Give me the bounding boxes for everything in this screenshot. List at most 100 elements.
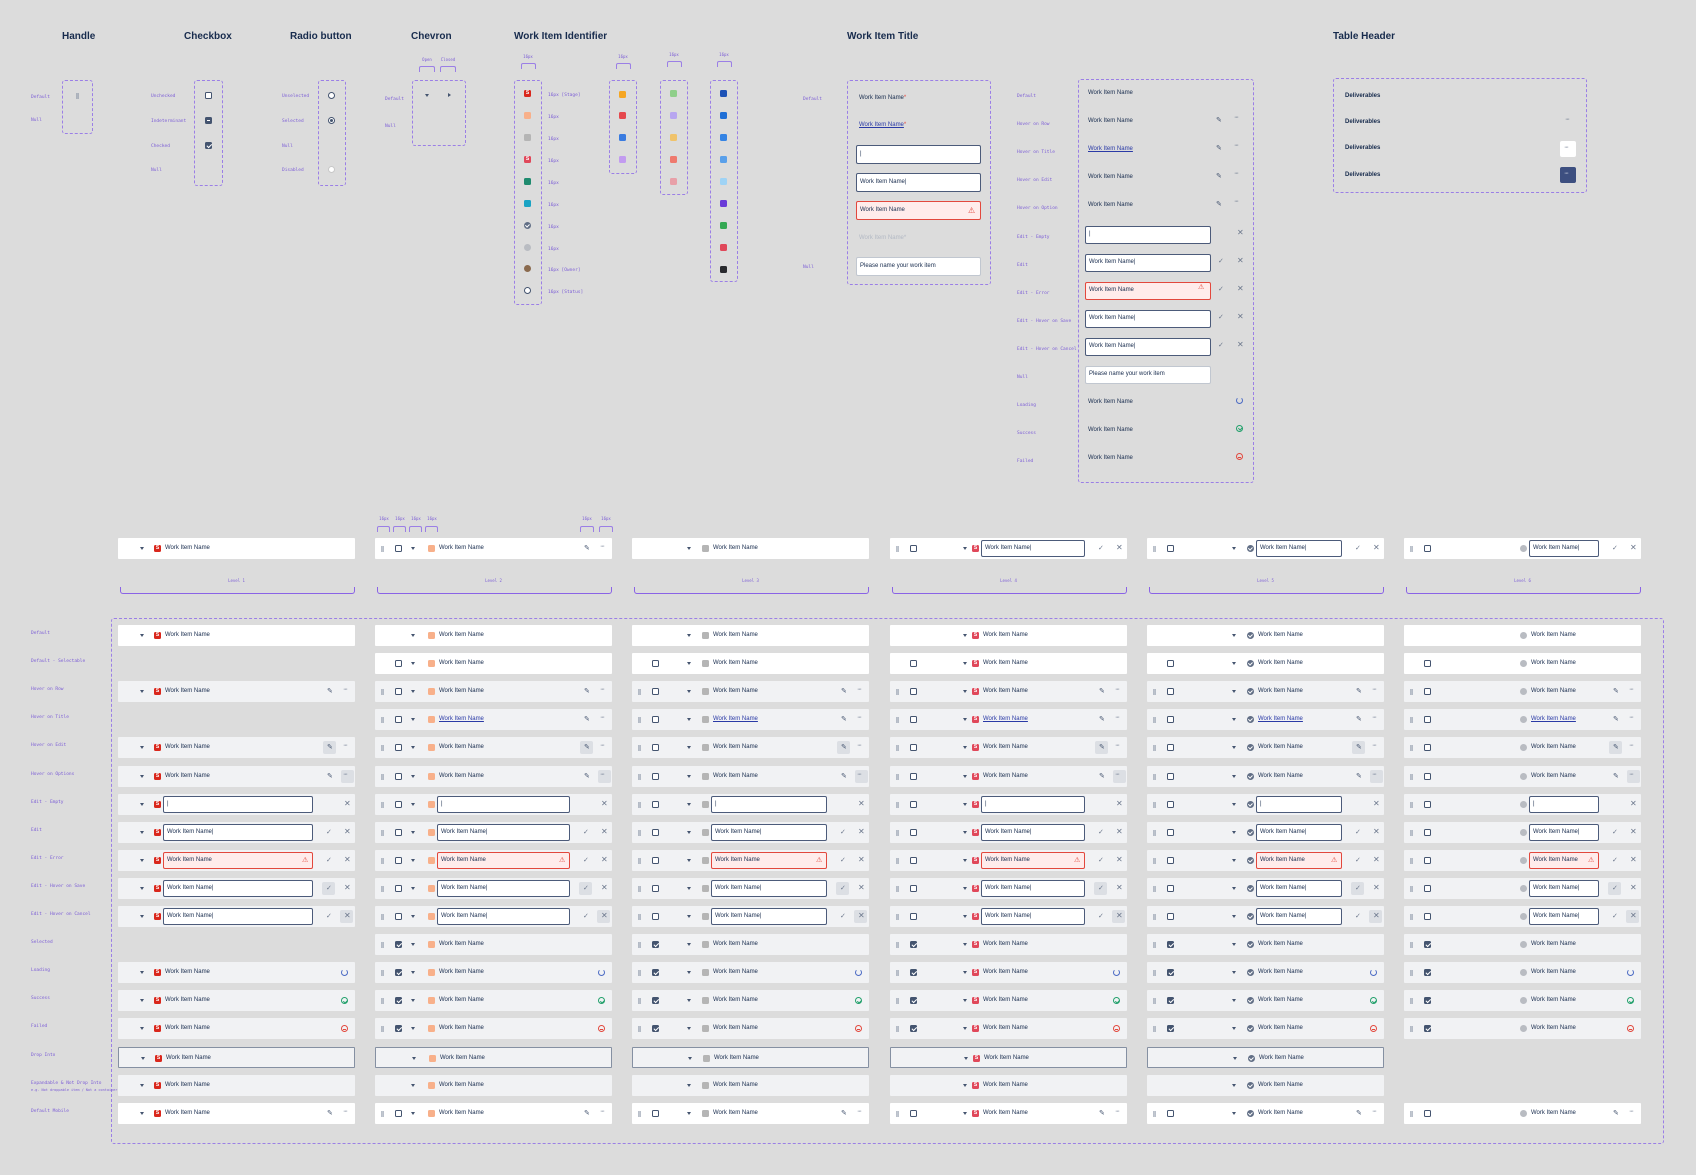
title-input[interactable]: | [437, 795, 570, 813]
work-item-title[interactable]: Work Item Name [1088, 90, 1133, 96]
work-item-title[interactable]: Work Item Name [1088, 174, 1133, 180]
table-row[interactable]: S Work Item Name| ✓ ✕ [890, 906, 1127, 927]
work-item-title[interactable]: Work Item Name [166, 1055, 211, 1061]
table-row[interactable]: Work Item Name [632, 990, 869, 1012]
chevron-down-icon[interactable] [411, 802, 415, 806]
table-row[interactable]: Work Item Name ✎ ··· [1147, 737, 1384, 759]
grip-icon[interactable] [1153, 546, 1156, 552]
table-row[interactable]: Work Item Name ✎ ··· [632, 737, 869, 759]
close-icon[interactable]: ✕ [1237, 340, 1244, 349]
table-row[interactable]: Work Item Name ✎ ··· [1147, 709, 1384, 731]
title-input[interactable]: | [1529, 795, 1599, 813]
table-row[interactable]: Work Item Name| ✓ ✕ [632, 877, 869, 899]
title-input[interactable]: Work Item Name| [163, 908, 313, 925]
pencil-icon[interactable]: ✎ [584, 772, 590, 780]
table-row[interactable]: S Work Item Name [118, 962, 355, 984]
chevron-down-icon[interactable] [963, 774, 967, 778]
grip-icon[interactable] [1153, 1026, 1156, 1033]
work-item-title[interactable]: Work Item Name [165, 688, 210, 694]
chevron-down-icon[interactable] [140, 690, 144, 694]
pencil-icon[interactable]: ✎ [1099, 687, 1105, 695]
grip-icon[interactable] [1153, 745, 1156, 752]
save-icon[interactable]: ✓ [326, 828, 332, 836]
level-row[interactable]: S Work Item Name [118, 538, 355, 559]
cancel-icon[interactable]: ✕ [1373, 911, 1380, 920]
title-input[interactable]: Work Item Name| [163, 823, 313, 841]
chevron-down-icon[interactable] [963, 1027, 967, 1031]
cancel-icon[interactable]: ✕ [601, 827, 608, 836]
chevron-down-icon[interactable] [963, 1111, 967, 1115]
table-row[interactable]: Work Item Name ✎ ··· [1147, 681, 1384, 703]
save-icon[interactable]: ✓ [583, 856, 589, 864]
work-item-title[interactable]: Work Item Name [1258, 773, 1303, 779]
work-item-title[interactable]: Work Item Name* [859, 95, 906, 101]
row-checkbox[interactable] [395, 884, 402, 892]
chevron-down-icon[interactable] [687, 1111, 691, 1115]
pencil-icon[interactable]: ✎ [327, 772, 333, 780]
pencil-icon[interactable]: ✎ [1099, 715, 1105, 723]
grip-icon[interactable] [896, 1110, 899, 1117]
work-item-title[interactable]: Work Item Name [1088, 118, 1133, 124]
grip-icon[interactable] [381, 1026, 384, 1033]
work-item-title[interactable]: Work Item Name [439, 688, 484, 694]
row-checkbox[interactable] [910, 800, 917, 808]
more-icon[interactable]: ··· [600, 543, 605, 550]
table-row[interactable]: Work Item Name [632, 1074, 869, 1096]
table-row[interactable]: Work Item Name ✎ ··· [632, 681, 869, 703]
chevron-down-icon[interactable] [963, 971, 967, 975]
work-item-title[interactable]: Work Item Name [983, 1110, 1028, 1116]
table-row[interactable]: Work Item Name ✎ ··· [632, 709, 869, 731]
more-button-active[interactable]: ··· [1560, 167, 1576, 183]
more-icon[interactable]: ··· [1115, 1108, 1120, 1115]
close-icon[interactable]: ✕ [1237, 256, 1244, 265]
chevron-down-icon[interactable] [687, 915, 691, 918]
more-icon[interactable]: ··· [343, 771, 348, 778]
row-checkbox[interactable] [910, 772, 917, 780]
chevron-down-icon[interactable] [1232, 547, 1236, 550]
chevron-down-icon[interactable] [411, 634, 415, 637]
work-item-title[interactable]: Work Item Name [1258, 1025, 1303, 1031]
row-checkbox[interactable] [652, 660, 659, 668]
pencil-icon[interactable]: ✎ [1613, 772, 1619, 780]
save-icon[interactable]: ✓ [326, 912, 332, 920]
grip-icon[interactable] [896, 689, 899, 696]
cancel-icon[interactable]: ✕ [1630, 799, 1637, 808]
row-checkbox[interactable] [1424, 716, 1431, 724]
chevron-down-icon[interactable] [1232, 718, 1236, 722]
table-row[interactable]: Work Item Name ⚠ ✓ ✕ [632, 849, 869, 871]
chevron-down-icon[interactable] [687, 943, 691, 947]
work-item-title[interactable]: Work Item Name [983, 660, 1028, 666]
pencil-icon[interactable]: ✎ [1356, 1109, 1362, 1117]
grip-icon[interactable] [896, 546, 899, 552]
row-checkbox[interactable] [1424, 800, 1431, 808]
table-row[interactable]: Work Item Name ⚠ ✓ ✕ [375, 849, 612, 871]
row-checkbox[interactable] [1424, 660, 1431, 668]
more-icon[interactable]: ··· [343, 742, 348, 749]
table-row[interactable]: Work Item Name ✎ ··· [1404, 737, 1641, 759]
work-item-title[interactable]: Work Item Name [439, 1082, 484, 1088]
row-checkbox[interactable] [395, 688, 402, 696]
row-checkbox[interactable] [1424, 997, 1431, 1005]
chevron-down-icon[interactable] [687, 999, 691, 1003]
row-checkbox[interactable] [652, 1025, 659, 1033]
table-row[interactable]: S Work Item Name [890, 1046, 1127, 1068]
grip-icon[interactable] [896, 1026, 899, 1033]
table-row[interactable]: Work Item Name [375, 1018, 612, 1040]
chevron-down-icon[interactable] [140, 1027, 144, 1031]
grip-icon[interactable] [1153, 970, 1156, 977]
table-row[interactable]: Work Item Name [1147, 1074, 1384, 1096]
table-header-hover-options[interactable]: Deliverables [1345, 145, 1380, 151]
row-checkbox[interactable] [1424, 744, 1431, 752]
row-checkbox[interactable] [1167, 856, 1174, 864]
chevron-down-icon[interactable] [411, 915, 415, 918]
chevron-down-icon[interactable] [140, 802, 144, 806]
cancel-icon[interactable]: ✕ [1116, 911, 1123, 920]
more-icon[interactable]: ··· [1115, 714, 1120, 721]
pencil-icon[interactable]: ✎ [327, 743, 333, 751]
grip-icon[interactable] [896, 942, 899, 949]
title-input[interactable]: Work Item Name| [981, 908, 1085, 925]
chevron-down-icon[interactable] [687, 746, 691, 750]
table-row[interactable]: Work Item Name [1147, 653, 1384, 675]
radio-unselected[interactable] [328, 92, 335, 99]
table-header-hover[interactable]: Deliverables [1345, 119, 1380, 125]
